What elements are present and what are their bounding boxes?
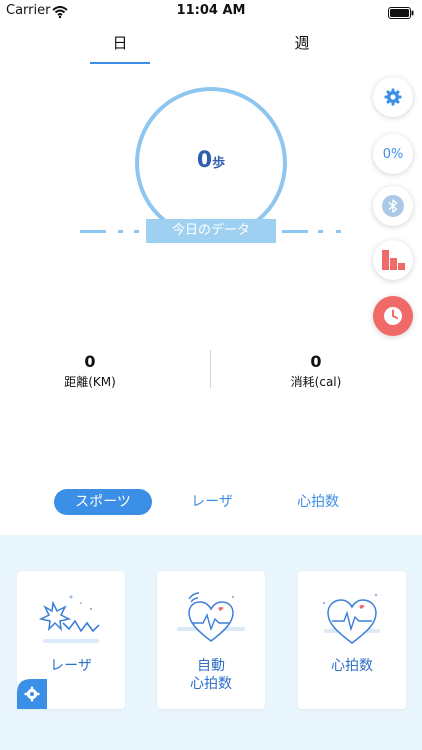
dash-dot-left	[134, 230, 139, 233]
heart-rate-icon	[322, 593, 380, 644]
bluetooth-icon	[382, 195, 404, 217]
laser-card-label: レーザ	[50, 658, 92, 674]
dash-line-left	[80, 230, 106, 233]
goal-percent-value: 0%	[382, 146, 404, 162]
tab-day[interactable]: 日	[90, 32, 150, 53]
dash-dot-left	[118, 230, 123, 233]
heart-rate-card-label: 心拍数	[331, 658, 373, 674]
step-count-unit: 歩	[212, 156, 226, 171]
auto-heart-rate-icon	[177, 592, 245, 642]
auto-heart-rate-card-label: 自動 心拍数	[157, 657, 265, 693]
auto-heart-rate-label-line2: 心拍数	[190, 676, 232, 692]
tab-active-indicator	[90, 62, 150, 64]
laser-icon	[38, 595, 100, 643]
dash-dot-right	[318, 230, 323, 233]
stats-button[interactable]	[373, 240, 413, 280]
step-count: 0歩	[134, 148, 288, 173]
auto-heart-rate-label-line1: 自動	[197, 658, 225, 674]
auto-heart-rate-card[interactable]: 自動 心拍数	[157, 571, 265, 709]
alarm-button[interactable]	[373, 296, 413, 336]
clock-icon	[384, 307, 402, 325]
distance-value: 0	[84, 352, 96, 371]
bar-chart-icon	[382, 250, 405, 270]
today-data-label: 今日のデータ	[146, 219, 276, 243]
calories-stat: 0 消耗(cal)	[236, 352, 396, 390]
mode-tab-sports[interactable]: スポーツ	[54, 489, 152, 515]
dash-dot-right	[336, 230, 341, 233]
status-time: 11:04 AM	[176, 3, 246, 18]
settings-corner-button[interactable]	[17, 679, 47, 709]
battery-icon	[388, 4, 414, 23]
tab-week[interactable]: 週	[272, 32, 332, 53]
stats-divider	[210, 350, 211, 388]
distance-label: 距離(KM)	[64, 375, 116, 389]
settings-button[interactable]	[373, 77, 413, 117]
mode-tab-heart-rate[interactable]: 心拍数	[278, 489, 358, 515]
distance-stat: 0 距離(KM)	[10, 352, 170, 390]
goal-percent-button[interactable]: 0%	[373, 134, 413, 174]
mode-tab-laser[interactable]: レーザ	[172, 489, 252, 515]
gear-icon	[384, 88, 402, 106]
dash-line-right	[282, 230, 308, 233]
heart-rate-card[interactable]: 心拍数	[298, 571, 406, 709]
step-count-value: 0	[196, 148, 213, 173]
calories-value: 0	[310, 352, 322, 371]
status-bar: Carrier 11:04 AM	[0, 0, 422, 24]
bluetooth-button[interactable]	[373, 186, 413, 226]
calories-label: 消耗(cal)	[290, 375, 342, 389]
